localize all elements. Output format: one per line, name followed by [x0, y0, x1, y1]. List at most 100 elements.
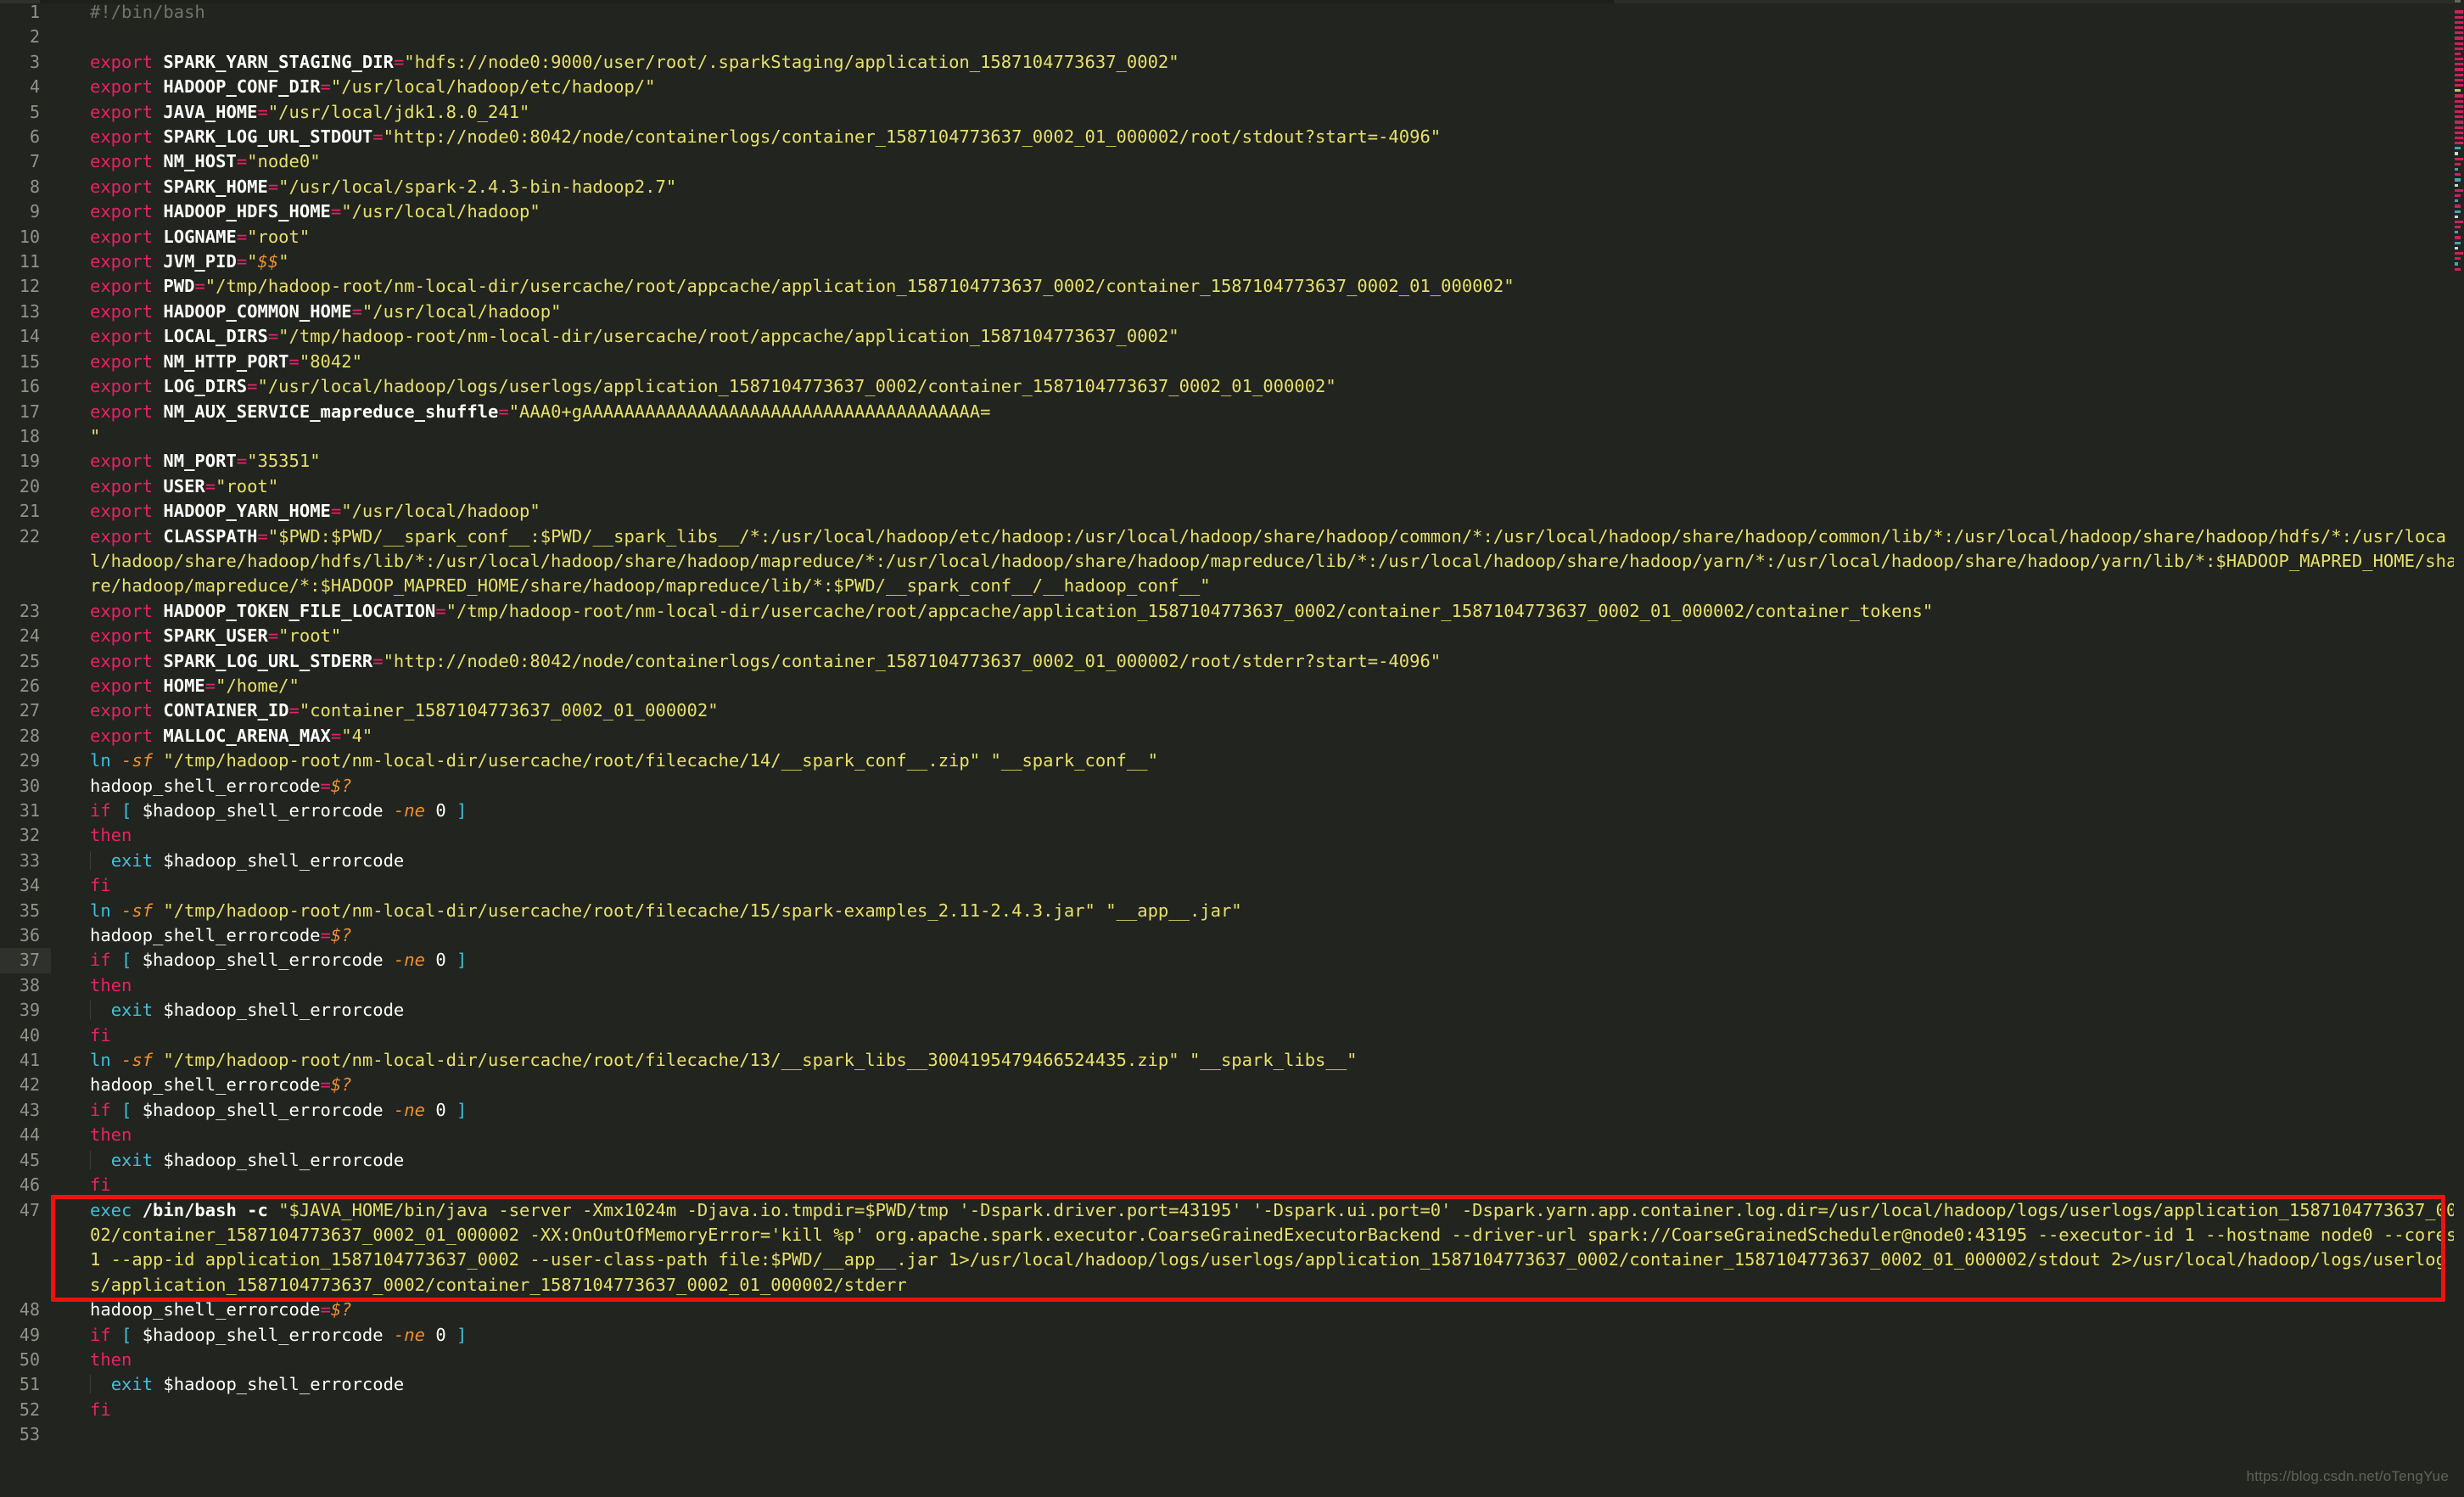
line-content[interactable]: export PWD="/tmp/hadoop-root/nm-local-di… — [51, 274, 2464, 299]
code-line[interactable]: 41 ln -sf "/tmp/hadoop-root/nm-local-dir/… — [0, 1048, 2464, 1073]
code-line[interactable]: 28 export MALLOC_ARENA_MAX="4" — [0, 724, 2464, 748]
code-line[interactable]: 18 " — [0, 424, 2464, 449]
code-line[interactable]: 10 export LOGNAME="root" — [0, 225, 2464, 250]
code-line[interactable]: 36 hadoop_shell_errorcode=$? — [0, 923, 2464, 948]
code-line[interactable]: 38 then — [0, 973, 2464, 998]
line-content[interactable]: export HOME="/home/" — [51, 674, 2464, 698]
line-content[interactable]: if [ $hadoop_shell_errorcode -ne 0 ] — [51, 1323, 2464, 1348]
line-content[interactable]: export HADOOP_TOKEN_FILE_LOCATION="/tmp/… — [51, 599, 2464, 624]
code-line[interactable]: 15 export NM_HTTP_PORT="8042" — [0, 350, 2464, 374]
line-content[interactable]: exit $hadoop_shell_errorcode — [51, 998, 2464, 1023]
code-line[interactable]: 44 then — [0, 1123, 2464, 1147]
line-content[interactable]: export HADOOP_COMMON_HOME="/usr/local/ha… — [51, 300, 2464, 324]
code-line[interactable]: 32 then — [0, 823, 2464, 848]
line-content[interactable]: export SPARK_HOME="/usr/local/spark-2.4.… — [51, 175, 2464, 199]
line-content[interactable]: export LOG_DIRS="/usr/local/hadoop/logs/… — [51, 374, 2464, 399]
code-line[interactable]: 50 then — [0, 1348, 2464, 1372]
line-content[interactable]: hadoop_shell_errorcode=$? — [51, 923, 2464, 948]
line-content[interactable]: if [ $hadoop_shell_errorcode -ne 0 ] — [51, 948, 2464, 973]
line-content[interactable]: fi — [51, 1398, 2464, 1422]
code-line[interactable]: 26 export HOME="/home/" — [0, 674, 2464, 698]
code-content-area[interactable]: 1 #!/bin/bash 2 3 export SPARK_YARN_STAGING… — [0, 0, 2464, 1497]
code-editor[interactable]: 1 #!/bin/bash 2 3 export SPARK_YARN_STAGING… — [0, 0, 2464, 1497]
line-content[interactable]: if [ $hadoop_shell_errorcode -ne 0 ] — [51, 1098, 2464, 1123]
line-content[interactable]: export JAVA_HOME="/usr/local/jdk1.8.0_24… — [51, 100, 2464, 125]
code-line[interactable]: 25 export SPARK_LOG_URL_STDERR="http://no… — [0, 649, 2464, 674]
line-content[interactable]: ln -sf "/tmp/hadoop-root/nm-local-dir/us… — [51, 748, 2464, 773]
code-line[interactable]: 53 — [0, 1422, 2464, 1447]
line-content[interactable]: export CONTAINER_ID="container_158710477… — [51, 698, 2464, 723]
code-line[interactable]: 51 exit $hadoop_shell_errorcode — [0, 1372, 2464, 1397]
line-content[interactable]: export USER="root" — [51, 474, 2464, 499]
code-line[interactable]: 5 export JAVA_HOME="/usr/local/jdk1.8.0_2… — [0, 100, 2464, 125]
line-content[interactable]: export HADOOP_CONF_DIR="/usr/local/hadoo… — [51, 75, 2464, 99]
code-line[interactable]: 24 export SPARK_USER="root" — [0, 624, 2464, 648]
code-line[interactable]: 7 export NM_HOST="node0" — [0, 149, 2464, 174]
code-line[interactable]: 49 if [ $hadoop_shell_errorcode -ne 0 ] — [0, 1323, 2464, 1348]
line-content[interactable]: export HADOOP_HDFS_HOME="/usr/local/hado… — [51, 199, 2464, 224]
line-content[interactable]: then — [51, 973, 2464, 998]
code-line[interactable]: 8 export SPARK_HOME="/usr/local/spark-2.4… — [0, 175, 2464, 199]
code-line[interactable]: 16 export LOG_DIRS="/usr/local/hadoop/log… — [0, 374, 2464, 399]
code-line[interactable]: 3 export SPARK_YARN_STAGING_DIR="hdfs://n… — [0, 50, 2464, 75]
line-content[interactable]: ln -sf "/tmp/hadoop-root/nm-local-dir/us… — [51, 899, 2464, 923]
line-content[interactable]: export NM_HOST="node0" — [51, 149, 2464, 174]
code-line[interactable]: 40 fi — [0, 1023, 2464, 1048]
line-content[interactable]: export SPARK_LOG_URL_STDOUT="http://node… — [51, 125, 2464, 149]
line-content[interactable]: fi — [51, 873, 2464, 898]
line-content[interactable]: export HADOOP_YARN_HOME="/usr/local/hado… — [51, 499, 2464, 524]
line-content[interactable]: export LOGNAME="root" — [51, 225, 2464, 250]
line-content[interactable]: ln -sf "/tmp/hadoop-root/nm-local-dir/us… — [51, 1048, 2464, 1073]
line-content[interactable]: exec /bin/bash -c "$JAVA_HOME/bin/java -… — [51, 1198, 2464, 1298]
line-content[interactable]: hadoop_shell_errorcode=$? — [51, 774, 2464, 799]
code-line[interactable]: 45 exit $hadoop_shell_errorcode — [0, 1148, 2464, 1173]
line-content[interactable]: export NM_AUX_SERVICE_mapreduce_shuffle=… — [51, 400, 2464, 424]
code-line[interactable]: 20 export USER="root" — [0, 474, 2464, 499]
code-line[interactable]: 13 export HADOOP_COMMON_HOME="/usr/local/… — [0, 300, 2464, 324]
code-line[interactable]: 22 export CLASSPATH="$PWD:$PWD/__spark_co… — [0, 524, 2464, 599]
code-line[interactable]: 9 export HADOOP_HDFS_HOME="/usr/local/had… — [0, 199, 2464, 224]
line-content[interactable]: then — [51, 1348, 2464, 1372]
code-line[interactable]: 46 fi — [0, 1173, 2464, 1197]
code-line[interactable]: 42 hadoop_shell_errorcode=$? — [0, 1073, 2464, 1097]
code-line[interactable]: 23 export HADOOP_TOKEN_FILE_LOCATION="/tm… — [0, 599, 2464, 624]
minimap[interactable] — [2454, 0, 2464, 1497]
code-line[interactable]: 14 export LOCAL_DIRS="/tmp/hadoop-root/nm… — [0, 324, 2464, 349]
code-line[interactable]: 35 ln -sf "/tmp/hadoop-root/nm-local-dir/… — [0, 899, 2464, 923]
line-content[interactable]: export SPARK_USER="root" — [51, 624, 2464, 648]
line-content[interactable]: hadoop_shell_errorcode=$? — [51, 1298, 2464, 1322]
line-content[interactable] — [51, 25, 2464, 49]
line-content[interactable]: exit $hadoop_shell_errorcode — [51, 1148, 2464, 1173]
line-content[interactable]: " — [51, 424, 2464, 449]
code-line[interactable]: 52 fi — [0, 1398, 2464, 1422]
code-line[interactable]: 21 export HADOOP_YARN_HOME="/usr/local/ha… — [0, 499, 2464, 524]
code-line[interactable]: 30 hadoop_shell_errorcode=$? — [0, 774, 2464, 799]
line-content[interactable]: fi — [51, 1023, 2464, 1048]
line-content[interactable]: export JVM_PID="$$" — [51, 250, 2464, 274]
code-line[interactable]: 6 export SPARK_LOG_URL_STDOUT="http://nod… — [0, 125, 2464, 149]
line-content[interactable]: then — [51, 1123, 2464, 1147]
line-content[interactable]: export CLASSPATH="$PWD:$PWD/__spark_conf… — [51, 524, 2464, 599]
code-line[interactable]: 19 export NM_PORT="35351" — [0, 449, 2464, 474]
code-line[interactable]: 33 exit $hadoop_shell_errorcode — [0, 849, 2464, 873]
code-line[interactable]: 27 export CONTAINER_ID="container_1587104… — [0, 698, 2464, 723]
code-line[interactable]: 47 exec /bin/bash -c "$JAVA_HOME/bin/java… — [0, 1198, 2464, 1298]
line-content[interactable]: #!/bin/bash — [51, 0, 2464, 25]
line-content[interactable] — [51, 1422, 2464, 1447]
code-line[interactable]: 1 #!/bin/bash — [0, 0, 2464, 25]
line-content[interactable]: hadoop_shell_errorcode=$? — [51, 1073, 2464, 1097]
code-line[interactable]: 34 fi — [0, 873, 2464, 898]
line-content[interactable]: export SPARK_LOG_URL_STDERR="http://node… — [51, 649, 2464, 674]
code-line[interactable]: 2 — [0, 25, 2464, 49]
line-content[interactable]: fi — [51, 1173, 2464, 1197]
code-line[interactable]: 11 export JVM_PID="$$" — [0, 250, 2464, 274]
line-content[interactable]: export NM_PORT="35351" — [51, 449, 2464, 474]
line-content[interactable]: exit $hadoop_shell_errorcode — [51, 849, 2464, 873]
code-line[interactable]: 29 ln -sf "/tmp/hadoop-root/nm-local-dir/… — [0, 748, 2464, 773]
line-content[interactable]: exit $hadoop_shell_errorcode — [51, 1372, 2464, 1397]
code-line[interactable]: 31 if [ $hadoop_shell_errorcode -ne 0 ] — [0, 799, 2464, 823]
code-line[interactable]: 4 export HADOOP_CONF_DIR="/usr/local/hado… — [0, 75, 2464, 99]
code-line[interactable]: 17 export NM_AUX_SERVICE_mapreduce_shuffl… — [0, 400, 2464, 424]
code-line[interactable]: 37 if [ $hadoop_shell_errorcode -ne 0 ] — [0, 948, 2464, 973]
code-line[interactable]: 39 exit $hadoop_shell_errorcode — [0, 998, 2464, 1023]
